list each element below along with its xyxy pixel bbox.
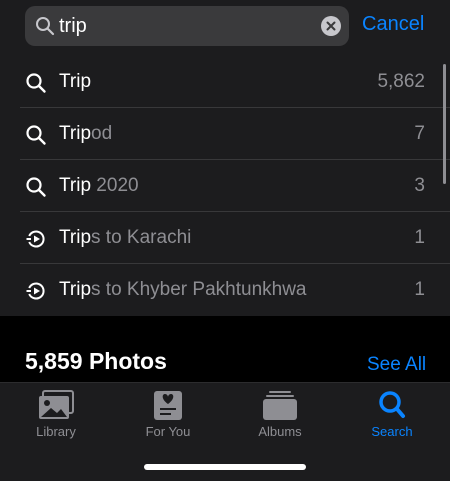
suggestion-row[interactable]: Trips to Karachi 1 bbox=[0, 212, 450, 264]
tab-label: Albums bbox=[258, 424, 302, 439]
search-icon bbox=[379, 391, 405, 418]
home-indicator[interactable] bbox=[144, 464, 306, 470]
suggestion-label: Trips to Karachi bbox=[59, 227, 192, 248]
tab-albums[interactable]: Albums bbox=[224, 383, 336, 443]
suggestion-label: Trip 2020 bbox=[59, 175, 139, 196]
suggestion-row[interactable]: Trip 5,862 bbox=[0, 56, 450, 108]
suggestion-label: Trips to Khyber Pakhtunkhwa bbox=[59, 279, 307, 300]
tab-label: Search bbox=[371, 424, 413, 439]
suggestion-count: 7 bbox=[414, 123, 425, 144]
memories-icon bbox=[26, 230, 45, 248]
suggestion-count: 5,862 bbox=[377, 71, 425, 92]
memories-icon bbox=[26, 282, 45, 300]
tab-search[interactable]: Search bbox=[336, 383, 448, 443]
suggestion-label: Tripod bbox=[59, 123, 113, 144]
suggestion-count: 3 bbox=[414, 175, 425, 196]
search-query-text: trip bbox=[59, 15, 87, 37]
tab-label: Library bbox=[36, 424, 76, 439]
search-icon bbox=[36, 17, 55, 36]
search-input[interactable]: trip bbox=[25, 6, 349, 46]
suggestion-label: Trip bbox=[59, 71, 92, 92]
tab-label: For You bbox=[145, 424, 191, 439]
library-icon bbox=[39, 390, 74, 419]
for-you-icon bbox=[154, 391, 182, 420]
scroll-indicator[interactable] bbox=[443, 64, 446, 184]
suggestion-row[interactable]: Trip 2020 3 bbox=[0, 160, 450, 212]
search-header: trip Cancel bbox=[0, 0, 450, 56]
clear-search-icon[interactable] bbox=[321, 16, 341, 36]
tab-for-you[interactable]: For You bbox=[112, 383, 224, 443]
search-icon bbox=[26, 73, 46, 93]
suggestion-count: 1 bbox=[414, 227, 425, 248]
photos-count-heading: 5,859 Photos bbox=[25, 348, 167, 374]
see-all-button[interactable]: See All bbox=[367, 354, 426, 376]
search-icon bbox=[26, 177, 46, 197]
suggestion-count: 1 bbox=[414, 279, 425, 300]
albums-icon bbox=[263, 391, 297, 420]
search-suggestions-list: Trip 5,862 Tripod 7 Trip 2020 3 Trips to… bbox=[0, 56, 450, 316]
suggestion-row[interactable]: Tripod 7 bbox=[0, 108, 450, 160]
tab-library[interactable]: Library bbox=[0, 383, 112, 443]
cancel-button[interactable]: Cancel bbox=[362, 13, 424, 36]
suggestion-row[interactable]: Trips to Khyber Pakhtunkhwa 1 bbox=[0, 264, 450, 316]
search-icon bbox=[26, 125, 46, 145]
